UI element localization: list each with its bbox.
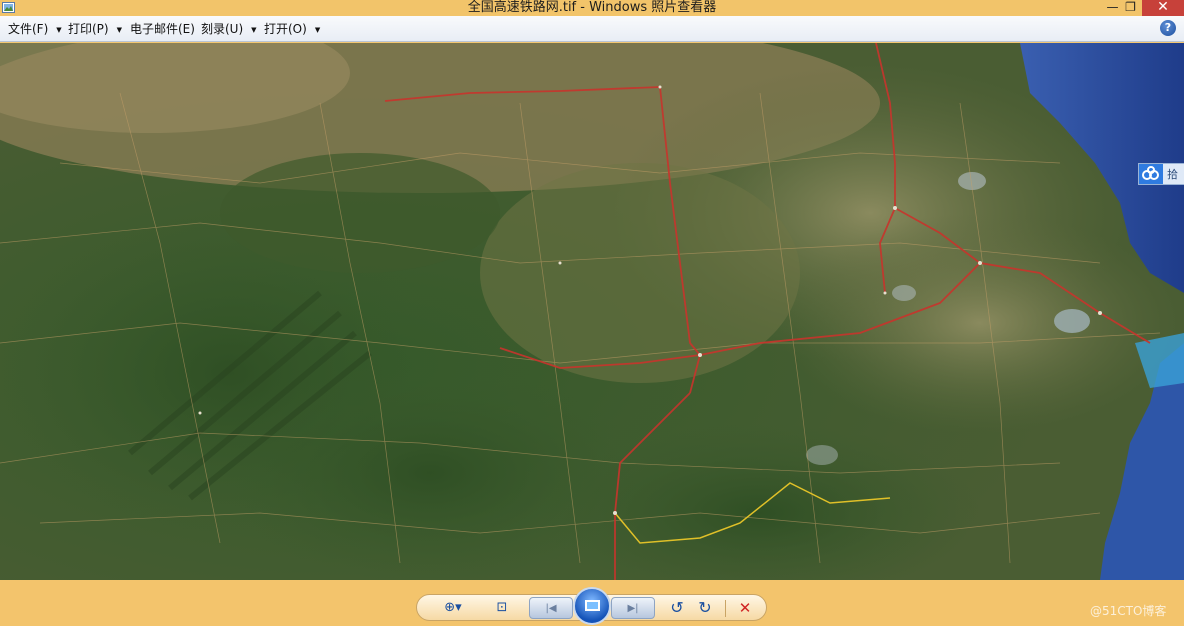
slideshow-button[interactable]	[573, 587, 611, 625]
menu-email[interactable]: 电子邮件(E)	[130, 16, 195, 42]
delete-button[interactable]: ✕	[735, 597, 755, 619]
menu-bar: 文件(F) ▼ 打印(P) ▼ 电子邮件(E) 刻录(U) ▼ 打开(O) ▼ ?	[0, 16, 1184, 42]
navigation-toolbar: ⊕▾ ⊡ |◀ ▶| ↺ ↻ ✕	[416, 587, 767, 625]
title-bar[interactable]: 全国高速铁路网.tif - Windows 照片查看器 — ❐ ✕	[0, 0, 1184, 16]
side-tab-label: 拾	[1167, 168, 1178, 181]
actual-size-button[interactable]: ⊡	[491, 597, 513, 619]
side-share-tab[interactable]: 拾	[1138, 163, 1184, 185]
rotate-clockwise-button[interactable]: ↻	[695, 597, 715, 619]
menu-file-label: 文件(F)	[8, 22, 49, 36]
menu-burn-label: 刻录(U)	[201, 22, 244, 36]
image-viewport[interactable]: 拾	[0, 43, 1184, 580]
photo-viewer-window: 全国高速铁路网.tif - Windows 照片查看器 — ❐ ✕ 文件(F) ▼…	[0, 0, 1184, 626]
menu-print-label: 打印(P)	[68, 22, 109, 36]
window-title: 全国高速铁路网.tif - Windows 照片查看器	[467, 0, 717, 15]
watermark-text: @51CTO博客	[1090, 604, 1167, 618]
slideshow-icon	[585, 600, 600, 611]
chevron-down-icon: ▼	[314, 26, 321, 34]
help-icon[interactable]: ?	[1160, 20, 1176, 36]
previous-button[interactable]: |◀	[529, 597, 573, 619]
chevron-down-icon: ▼	[56, 26, 62, 34]
next-button[interactable]: ▶|	[611, 597, 655, 619]
chevron-down-icon: ▼	[116, 26, 122, 34]
cloud-share-icon	[1139, 164, 1163, 184]
rotate-counterclockwise-button[interactable]: ↺	[667, 597, 687, 619]
chevron-down-icon: ▼	[251, 26, 257, 34]
menu-email-label: 电子邮件(E)	[130, 22, 195, 36]
menu-open-label: 打开(O)	[264, 22, 307, 36]
toolbar-divider	[725, 600, 726, 617]
menu-print[interactable]: 打印(P) ▼	[68, 16, 122, 42]
close-button[interactable]: ✕	[1142, 0, 1184, 16]
satellite-map-image	[0, 43, 1184, 580]
menu-burn[interactable]: 刻录(U) ▼	[201, 16, 257, 42]
maximize-button[interactable]: ❐	[1117, 0, 1144, 16]
menu-open[interactable]: 打开(O) ▼	[264, 16, 320, 42]
zoom-button[interactable]: ⊕▾	[439, 597, 467, 619]
bottom-toolbar-area: ⊕▾ ⊡ |◀ ▶| ↺ ↻ ✕ @51CTO博客	[0, 580, 1184, 626]
menu-file[interactable]: 文件(F) ▼	[8, 16, 62, 42]
